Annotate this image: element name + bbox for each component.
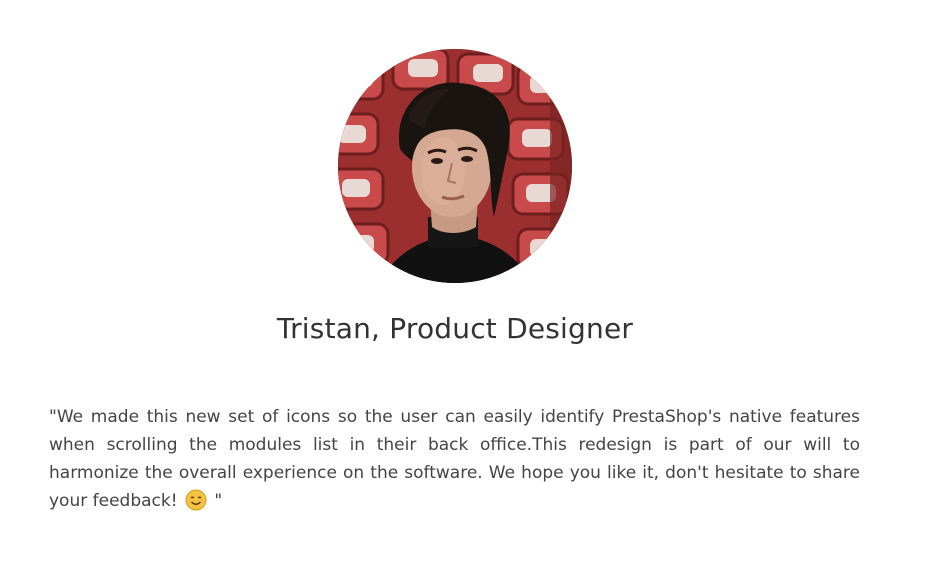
quote-end: " [208,491,223,511]
testimonial-quote: "We made this new set of icons so the us… [49,403,860,515]
author-avatar [338,49,572,283]
testimonial-card: Tristan, Product Designer "We made this … [0,0,927,572]
quote-text: "We made this new set of icons so the us… [49,407,860,511]
author-photo [338,49,572,283]
author-name: Tristan, Product Designer [276,312,634,345]
smiling-face-emoji-icon [185,489,207,511]
